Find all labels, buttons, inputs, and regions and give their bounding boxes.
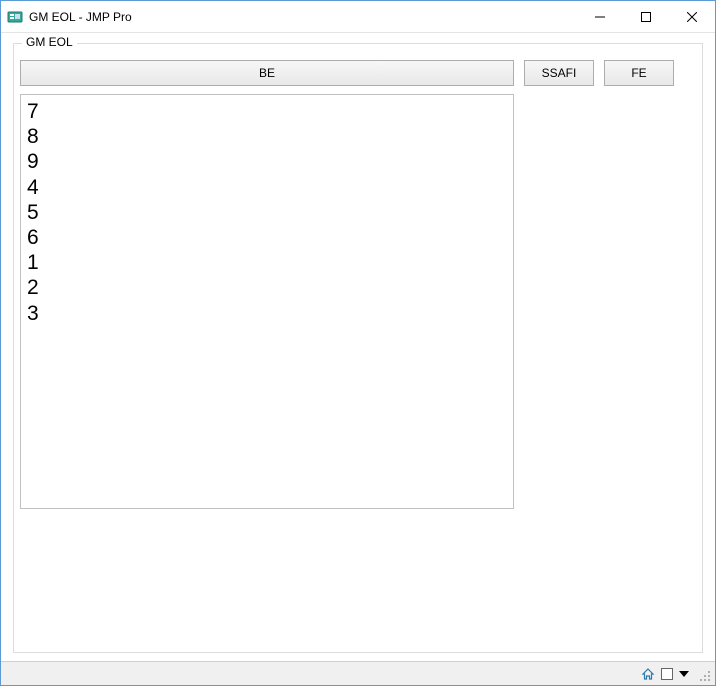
app-icon: [7, 9, 23, 25]
list-box[interactable]: 7 8 9 4 5 6 1 2 3: [20, 94, 514, 509]
resize-grip[interactable]: [695, 666, 711, 682]
list-item[interactable]: 7: [27, 99, 507, 124]
button-row: BE SSAFI FE: [20, 58, 696, 88]
ssafi-button[interactable]: SSAFI: [524, 60, 594, 86]
list-item[interactable]: 1: [27, 250, 507, 275]
window-controls: [577, 1, 715, 32]
group-legend: GM EOL: [22, 35, 77, 49]
list-item[interactable]: 8: [27, 124, 507, 149]
client-area: GM EOL BE SSAFI FE 7 8 9 4 5 6 1 2 3: [1, 33, 715, 661]
window-title: GM EOL - JMP Pro: [29, 10, 577, 24]
list-item[interactable]: 6: [27, 225, 507, 250]
group-inner: BE SSAFI FE 7 8 9 4 5 6 1 2 3: [20, 58, 696, 646]
list-item[interactable]: 5: [27, 200, 507, 225]
list-item[interactable]: 9: [27, 149, 507, 174]
group-gm-eol: GM EOL BE SSAFI FE 7 8 9 4 5 6 1 2 3: [13, 43, 703, 653]
minimize-button[interactable]: [577, 1, 623, 33]
be-button[interactable]: BE: [20, 60, 514, 86]
list-item[interactable]: 3: [27, 301, 507, 326]
fe-button[interactable]: FE: [604, 60, 674, 86]
square-icon[interactable]: [661, 665, 673, 683]
list-item[interactable]: 4: [27, 175, 507, 200]
list-item[interactable]: 2: [27, 275, 507, 300]
titlebar: GM EOL - JMP Pro: [1, 1, 715, 33]
statusbar: [1, 661, 715, 685]
close-button[interactable]: [669, 1, 715, 33]
home-icon[interactable]: [641, 665, 655, 683]
maximize-button[interactable]: [623, 1, 669, 33]
dropdown-icon[interactable]: [679, 665, 689, 683]
